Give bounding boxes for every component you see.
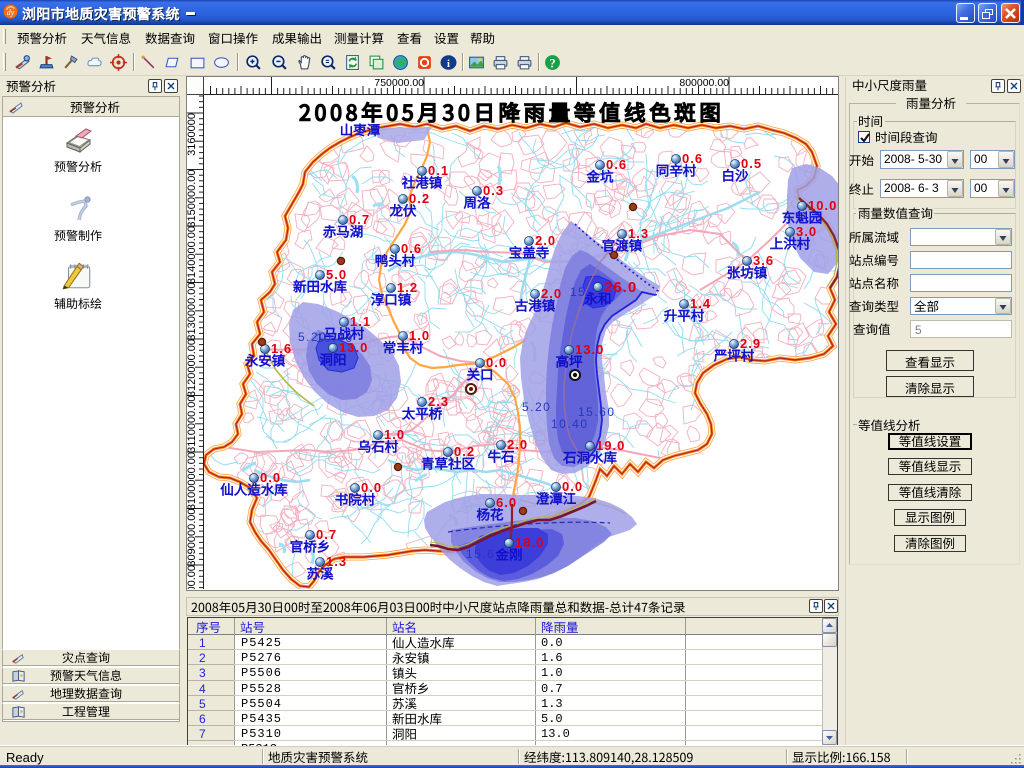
- svg-text:?: ?: [549, 56, 555, 70]
- svg-text:3160000: 3160000: [187, 113, 198, 156]
- svg-text:3090000.00: 3090000.00: [187, 509, 198, 567]
- svg-text:i: i: [447, 59, 450, 70]
- svg-text:3080000.00: 3080000.00: [187, 565, 198, 589]
- svg-text:800000.00: 800000.00: [679, 77, 729, 89]
- svg-text:3150000.00: 3150000.00: [187, 170, 198, 228]
- svg-text:750000.00: 750000.00: [374, 77, 424, 89]
- svg-text:3110000.00: 3110000.00: [187, 396, 198, 453]
- svg-text:3130000.00: 3130000.00: [187, 283, 198, 341]
- svg-text:3100000.00: 3100000.00: [187, 452, 198, 510]
- svg-text:3140000.00: 3140000.00: [187, 226, 198, 284]
- svg-text:dy: dy: [7, 8, 15, 17]
- svg-text:3120000.00: 3120000.00: [187, 339, 198, 397]
